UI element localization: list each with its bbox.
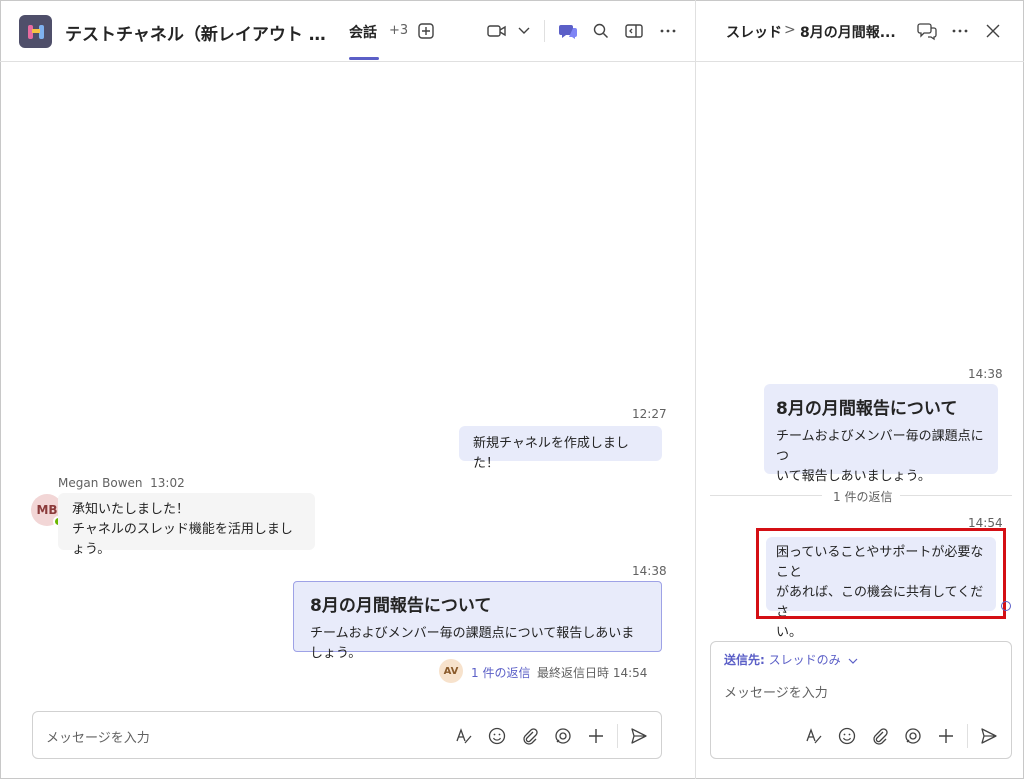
- header-divider: [544, 20, 545, 42]
- post-card[interactable]: 8月の月間報告について チームおよびメンバー毎の課題点について報告しあいましょう…: [293, 581, 662, 661]
- search-icon[interactable]: [590, 20, 612, 42]
- thread-compose-box[interactable]: 送信先: スレッドのみ メッセージを入力: [710, 641, 1012, 759]
- message-line: チャネルのスレッド機能を活用しましょう。: [72, 522, 293, 557]
- highlight-box: [756, 528, 1006, 619]
- tab-active-indicator: [349, 57, 379, 60]
- thread-title: 8月の月間報...: [800, 25, 896, 41]
- compose-box[interactable]: メッセージを入力: [32, 711, 662, 759]
- open-pane-icon[interactable]: [623, 20, 645, 42]
- team-avatar[interactable]: [19, 15, 52, 48]
- attach-icon[interactable]: [870, 726, 890, 746]
- thread-post-line: チームおよびメンバー毎の課題点につ: [776, 429, 984, 464]
- send-to-selector[interactable]: 送信先: スレッドのみ: [724, 651, 858, 668]
- message-author: Megan Bowen 13:02: [58, 476, 185, 490]
- post-body: チームおよびメンバー毎の課題点について報告しあいましょう。: [310, 626, 635, 661]
- thread-post-line: いて報告しあいましょう。: [776, 469, 931, 484]
- add-tab-icon[interactable]: [415, 20, 437, 42]
- tab-conversation[interactable]: 会話: [349, 22, 377, 42]
- chat-bubbles-icon[interactable]: [916, 20, 938, 42]
- more-tabs[interactable]: +3: [389, 23, 408, 38]
- close-icon[interactable]: [982, 20, 1004, 42]
- thread-message-input[interactable]: メッセージを入力: [724, 682, 828, 701]
- read-receipt-icon: [1001, 601, 1011, 611]
- team-logo-icon: [27, 24, 44, 39]
- reply-divider-left: [710, 495, 822, 496]
- plus-icon[interactable]: [936, 726, 956, 746]
- chat-icon[interactable]: [557, 20, 579, 42]
- emoji-icon[interactable]: [837, 726, 857, 746]
- channel-title[interactable]: テストチャネル（新レイアウト - ス...: [65, 20, 327, 45]
- send-icon[interactable]: [979, 726, 999, 746]
- thread-label[interactable]: スレッド: [726, 22, 782, 42]
- reply-count-link[interactable]: 1 件の返信: [471, 664, 530, 681]
- thread-header: スレッド > 8月の月間報...: [696, 0, 1024, 62]
- send-icon[interactable]: [629, 726, 649, 746]
- reply-divider-right: [900, 495, 1012, 496]
- thread-post-timestamp: 14:38: [968, 367, 1003, 381]
- thread-post-card[interactable]: 8月の月間報告について チームおよびメンバー毎の課題点につ いて報告しあいましょ…: [764, 384, 998, 484]
- message-bubble[interactable]: 新規チャネルを作成しました！: [459, 426, 662, 471]
- video-call-icon[interactable]: [486, 20, 508, 42]
- reply-line: い。: [776, 625, 803, 640]
- breadcrumb-chevron: >: [784, 22, 796, 38]
- post-title: 8月の月間報告について: [310, 596, 492, 616]
- pane-divider: [695, 0, 696, 779]
- message-line: 承知いたしました！: [72, 502, 190, 517]
- format-icon[interactable]: [454, 726, 474, 746]
- thread-post-title: 8月の月間報告について: [776, 399, 958, 419]
- chevron-down-icon: [849, 658, 858, 664]
- message-timestamp: 12:27: [632, 407, 667, 421]
- thread-reply-count: 1 件の返信: [833, 490, 893, 504]
- attach-icon[interactable]: [520, 726, 540, 746]
- send-to-label: 送信先:: [724, 653, 765, 667]
- post-timestamp: 14:38: [632, 564, 667, 578]
- channel-header: テストチャネル（新レイアウト - ス... 会話 +3: [0, 0, 696, 62]
- author-name: Megan Bowen: [58, 476, 143, 490]
- compose-divider: [617, 724, 618, 748]
- chevron-down-icon[interactable]: [513, 20, 535, 42]
- format-icon[interactable]: [804, 726, 824, 746]
- plus-icon[interactable]: [586, 726, 606, 746]
- message-bubble[interactable]: 承知いたしました！ チャネルのスレッド機能を活用しましょう。: [58, 493, 315, 557]
- loop-icon[interactable]: [553, 726, 573, 746]
- message-input[interactable]: メッセージを入力: [46, 727, 150, 746]
- thread-more-icon[interactable]: [949, 20, 971, 42]
- last-reply-time: 最終返信日時 14:54: [537, 666, 648, 680]
- send-to-value: スレッドのみ: [768, 653, 841, 667]
- compose-divider: [967, 724, 968, 748]
- loop-icon[interactable]: [903, 726, 923, 746]
- reply-avatar: AV: [439, 659, 463, 683]
- emoji-icon[interactable]: [487, 726, 507, 746]
- more-options-icon[interactable]: [657, 20, 679, 42]
- message-timestamp: 13:02: [150, 476, 185, 490]
